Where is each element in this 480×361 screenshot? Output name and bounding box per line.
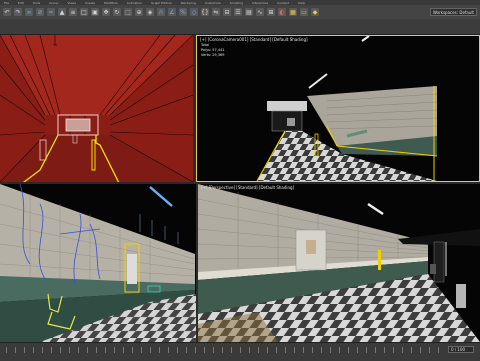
corridor-camera-view — [197, 36, 479, 181]
curve-editor-icon[interactable]: ∿ — [256, 8, 264, 16]
angle-snap-icon[interactable]: ∠ — [168, 8, 176, 16]
corridor-wireframe-view — [0, 184, 196, 342]
unlink-icon[interactable]: ⊘ — [36, 8, 44, 16]
rect-select-icon[interactable]: □ — [80, 8, 88, 16]
pivot-icon[interactable]: ◈ — [146, 8, 154, 16]
workspace-dropdown[interactable]: Workspaces: Default — [429, 8, 477, 16]
viewport-label[interactable]: [+] [CoronaCamera001] [Standard] [Defaul… — [200, 37, 308, 42]
timeline-ticks[interactable] — [6, 347, 440, 353]
render-setup-icon[interactable]: ▦ — [289, 8, 297, 16]
material-editor-icon[interactable]: ◐ — [278, 8, 286, 16]
layer-icon[interactable]: ☰ — [234, 8, 242, 16]
menu-item-tools[interactable]: Tools — [33, 1, 40, 5]
menu-item-rendering[interactable]: Rendering — [181, 1, 196, 5]
menu-item-content[interactable]: Content — [277, 1, 289, 5]
scene-explorer-icon[interactable]: ▤ — [245, 8, 253, 16]
menu-item-graph-editors[interactable]: Graph Editors — [151, 1, 172, 5]
menu-item-views[interactable]: Views — [67, 1, 76, 5]
menu-item-modifiers[interactable]: Modifiers — [104, 1, 118, 5]
rendered-frame-icon[interactable]: ▭ — [300, 8, 308, 16]
undo-icon[interactable]: ↶ — [3, 8, 11, 16]
menu-item-interactive[interactable]: Interactive — [252, 1, 268, 5]
viewport-top-left[interactable] — [0, 35, 193, 182]
scene-statistics: Total Polys: 57,441 Verts: 29,369 — [201, 43, 225, 58]
menu-item-customize[interactable]: Customize — [205, 1, 221, 5]
corridor-perspective-view — [198, 184, 480, 342]
timeline[interactable]: 0 / 100 — [0, 342, 480, 361]
move-icon[interactable]: ✥ — [102, 8, 110, 16]
render-icon[interactable]: ◆ — [311, 8, 319, 16]
schematic-view-icon[interactable]: ⊞ — [267, 8, 275, 16]
named-selection-icon[interactable]: {} — [201, 8, 209, 16]
frame-counter[interactable]: 0 / 100 — [448, 346, 474, 353]
select-icon[interactable]: ▲ — [58, 8, 66, 16]
viewport-label[interactable]: [+] [Perspective] [Standard] [Default Sh… — [201, 185, 294, 190]
redo-icon[interactable]: ↷ — [14, 8, 22, 16]
menu-item-animation[interactable]: Animation — [127, 1, 142, 5]
menu-item-file[interactable]: File — [4, 1, 9, 5]
stats-verts: Verts: 29,369 — [201, 53, 225, 57]
spinner-snap-icon[interactable]: ◇ — [190, 8, 198, 16]
corridor-red-render — [0, 35, 193, 182]
percent-snap-icon[interactable]: % — [179, 8, 187, 16]
viewport-top-right[interactable]: [+] [CoronaCamera001] [Standard] [Defaul… — [196, 35, 480, 182]
link-icon[interactable]: ∞ — [25, 8, 33, 16]
align-icon[interactable]: ⊟ — [223, 8, 231, 16]
snap-icon[interactable]: ∩ — [157, 8, 165, 16]
menu-item-help[interactable]: Help — [298, 1, 305, 5]
select-by-name-icon[interactable]: ≡ — [69, 8, 77, 16]
place-icon[interactable]: ⊕ — [135, 8, 143, 16]
window-crossing-icon[interactable]: ▣ — [91, 8, 99, 16]
viewport-bottom-left[interactable] — [0, 184, 196, 342]
menu-item-group[interactable]: Group — [49, 1, 58, 5]
rotate-icon[interactable]: ↻ — [113, 8, 121, 16]
viewport-bottom-right[interactable]: [+] [Perspective] [Standard] [Default Sh… — [198, 184, 480, 342]
scale-icon[interactable]: ⬚ — [124, 8, 132, 16]
ribbon — [0, 19, 480, 35]
menu-item-scripting[interactable]: Scripting — [230, 1, 243, 5]
mirror-icon[interactable]: ⇋ — [212, 8, 220, 16]
bind-icon[interactable]: ≈ — [47, 8, 55, 16]
menu-item-create[interactable]: Create — [85, 1, 95, 5]
menu-item-edit[interactable]: Edit — [18, 1, 24, 5]
main-toolbar: ↶ ↷ ∞ ⊘ ≈ ▲ ≡ □ ▣ ✥ ↻ ⬚ ⊕ ◈ ∩ ∠% ◇{} ⇋ ⊟ ☰ ▤ ∿ ⊞ ◐ ▦ ▭ ◆ Workspaces… — [0, 5, 480, 19]
